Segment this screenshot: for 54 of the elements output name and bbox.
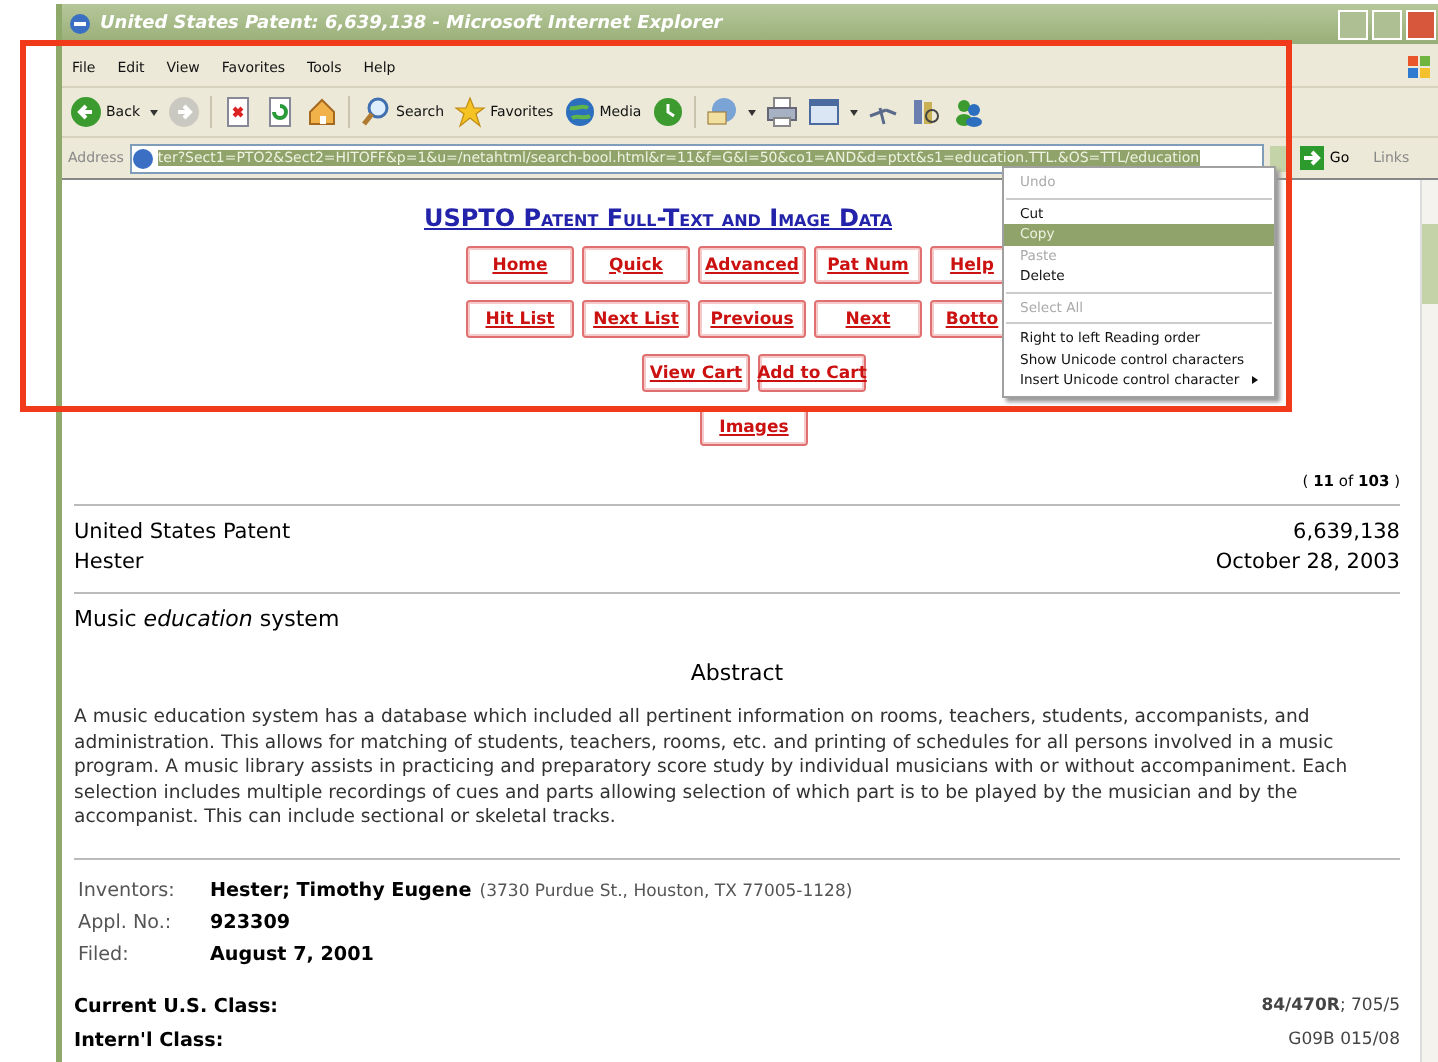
history-button[interactable]: [651, 96, 684, 128]
page-icon: [131, 147, 154, 169]
nav-button[interactable]: Next: [814, 300, 922, 338]
mail-button[interactable]: [705, 96, 738, 128]
field-value: Hester; Timothy Eugene: [210, 879, 472, 901]
patent-date: October 28, 2003: [1215, 548, 1400, 578]
stop-button[interactable]: [222, 96, 254, 128]
nav-button[interactable]: Home: [466, 246, 574, 284]
nav-button[interactable]: Hit List: [466, 300, 574, 338]
search-icon: [360, 96, 392, 128]
scrollbar[interactable]: [1420, 180, 1438, 1062]
nav-button[interactable]: Advanced: [698, 246, 806, 284]
abstract-text: A music education system has a database which included all pertinent information on rooms, teachers, students, accompanists, and administration. This allows for matching of students, teachers, rooms, etc. and printing of schedules for all persons involved in a music program. A music library assists in practicing and preparatory score study by individual musicians with or without accompaniment. Each selection includes multiple recordings of cues and parts allowing selection of which part is to be played by the musician and by the accompanist. This can include sectional or skeletal tracks.: [74, 706, 1350, 831]
submenu-arrow-icon: [1252, 376, 1258, 385]
patent-label: United States Patent: [74, 518, 293, 548]
back-icon: [70, 96, 102, 128]
field-label: Appl. No.:: [78, 909, 174, 937]
field-value: August 7, 2001: [210, 943, 374, 965]
site-heading-link[interactable]: USPTO Patent Full-Text and Image Data: [424, 204, 893, 232]
nav-button[interactable]: Quick: [582, 246, 690, 284]
field-label: Inventors:: [78, 877, 177, 905]
class-value: 84/470R; 705/5: [1261, 993, 1400, 1019]
nav-button[interactable]: Images: [700, 408, 808, 446]
field-value: 923309: [210, 911, 291, 933]
windows-logo-icon: [1406, 54, 1434, 82]
star-icon: [454, 96, 487, 128]
class-label: Current U.S. Class:: [74, 993, 280, 1021]
nav-button[interactable]: Next List: [582, 300, 690, 338]
caret-icon[interactable]: [150, 109, 158, 115]
refresh-button[interactable]: [264, 96, 296, 128]
field-label: Filed:: [78, 941, 131, 969]
caret-icon[interactable]: [849, 109, 858, 115]
dropdown-button[interactable]: [1269, 145, 1288, 171]
home-button[interactable]: [306, 96, 338, 128]
abstract-heading: Abstract: [688, 660, 786, 686]
page-icon: [68, 12, 92, 36]
class-value: G09B 015/08: [1286, 1027, 1400, 1053]
patent-number: 6,639,138: [1291, 518, 1400, 548]
caret-icon[interactable]: [747, 109, 756, 115]
nav-button[interactable]: Pat Num: [814, 246, 922, 284]
globe-icon: [563, 96, 596, 128]
scrollbar-thumb[interactable]: [1422, 224, 1438, 304]
address-note: (3730 Purdue St., Houston, TX 77005-1128): [477, 881, 853, 901]
inventor-name: Hester: [74, 548, 146, 578]
edit-button[interactable]: [807, 96, 840, 128]
nav-button[interactable]: View Cart: [642, 354, 750, 392]
patent-title: Music education system: [74, 606, 342, 632]
nav-button[interactable]: Previous: [698, 300, 806, 338]
close-button[interactable]: [1406, 9, 1436, 39]
print-button[interactable]: [765, 96, 798, 128]
research-button[interactable]: [909, 96, 942, 128]
messenger-button[interactable]: [951, 96, 984, 128]
class-label: Intern'l Class:: [74, 1027, 226, 1055]
window-title: United States Patent: 6,639,138 - Microsoft Internet Explorer: [100, 14, 723, 34]
